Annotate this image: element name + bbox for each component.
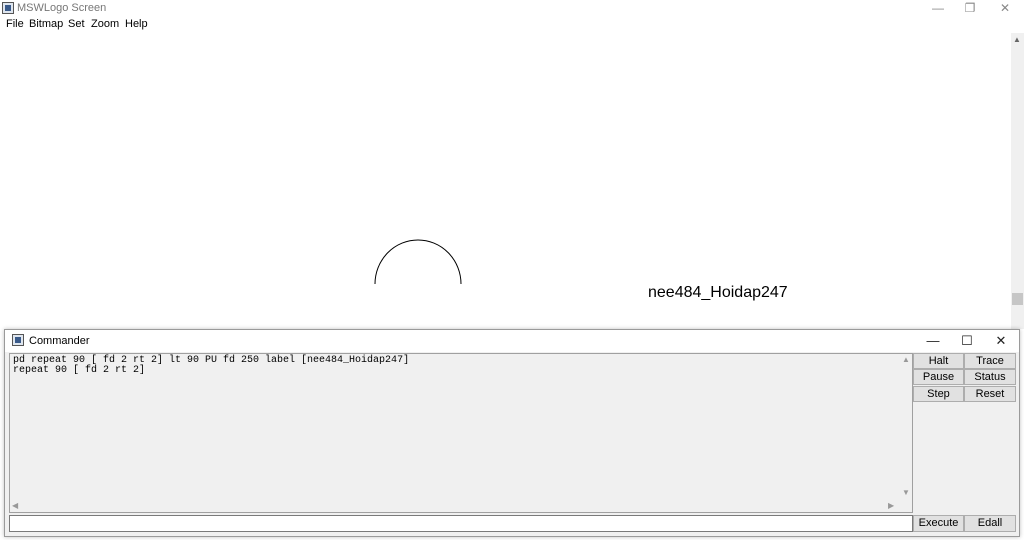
- command-history[interactable]: pd repeat 90 [ fd 2 rt 2] lt 90 PU fd 25…: [9, 353, 913, 513]
- drawing-canvas[interactable]: nee484_Hoidap247: [0, 33, 1011, 329]
- step-button[interactable]: Step: [913, 386, 964, 402]
- history-line[interactable]: repeat 90 [ fd 2 rt 2]: [13, 365, 145, 376]
- scroll-up-icon[interactable]: ▲: [902, 355, 910, 364]
- scroll-up-icon[interactable]: ▲: [1013, 35, 1021, 44]
- mswlogo-icon: [2, 2, 14, 14]
- main-titlebar: MSWLogo Screen — ❐ ✕: [0, 0, 1024, 17]
- menu-set[interactable]: Set: [68, 18, 85, 30]
- pause-button[interactable]: Pause: [913, 369, 964, 385]
- history-vertical-scrollbar[interactable]: ▲ ▼: [900, 354, 912, 500]
- commander-titlebar: Commander — ☐ ✕: [5, 330, 1019, 352]
- restore-button[interactable]: ❐: [954, 0, 986, 17]
- edall-button[interactable]: Edall: [964, 515, 1016, 532]
- commander-icon: [12, 334, 24, 346]
- close-button[interactable]: ✕: [989, 0, 1021, 17]
- scroll-left-icon[interactable]: ◀: [12, 501, 18, 510]
- execute-button[interactable]: Execute: [913, 515, 964, 532]
- trace-button[interactable]: Trace: [964, 353, 1016, 369]
- commander-maximize-button[interactable]: ☐: [952, 332, 982, 350]
- semicircle-arc: [374, 239, 462, 285]
- commander-title: Commander: [29, 335, 90, 347]
- window-title: MSWLogo Screen: [17, 2, 107, 14]
- scroll-right-icon[interactable]: ▶: [888, 501, 894, 510]
- halt-button[interactable]: Halt: [913, 353, 964, 369]
- commander-close-button[interactable]: ✕: [986, 332, 1016, 350]
- turtle-label-text: nee484_Hoidap247: [648, 284, 788, 301]
- reset-button[interactable]: Reset: [964, 386, 1016, 402]
- command-input[interactable]: [9, 515, 913, 532]
- history-horizontal-scrollbar[interactable]: ◀ ▶: [10, 500, 900, 512]
- canvas-vertical-scrollbar[interactable]: ▲: [1011, 33, 1024, 329]
- status-button[interactable]: Status: [964, 369, 1016, 385]
- menu-bitmap[interactable]: Bitmap: [29, 18, 63, 30]
- commander-window: Commander — ☐ ✕ pd repeat 90 [ fd 2 rt 2…: [4, 329, 1020, 537]
- menu-help[interactable]: Help: [125, 18, 148, 30]
- menu-bar: File Bitmap Set Zoom Help: [0, 17, 1024, 33]
- turtle-drawing: [374, 239, 462, 285]
- menu-file[interactable]: File: [6, 18, 24, 30]
- commander-minimize-button[interactable]: —: [918, 332, 948, 350]
- minimize-button[interactable]: —: [922, 0, 954, 17]
- scroll-thumb[interactable]: [1012, 293, 1023, 305]
- menu-zoom[interactable]: Zoom: [91, 18, 119, 30]
- scroll-down-icon[interactable]: ▼: [902, 488, 910, 497]
